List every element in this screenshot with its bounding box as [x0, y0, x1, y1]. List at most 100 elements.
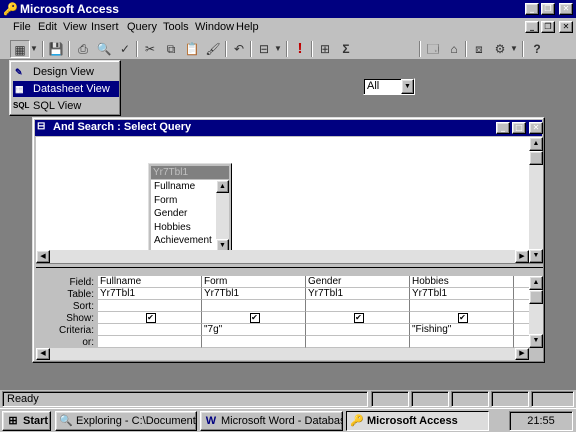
query-maximize-button[interactable]: □ [512, 122, 526, 134]
table-pane-scroll-down[interactable]: ▼ [529, 249, 543, 263]
grid-cell-criteria[interactable] [98, 324, 202, 336]
copy-button[interactable]: ⧉ [161, 40, 181, 58]
table-pane-scroll-right[interactable]: ▶ [515, 250, 529, 263]
minimize-icon: _ [530, 4, 534, 13]
grid-cell-field[interactable]: Form [202, 276, 306, 288]
grid-cell-criteria[interactable]: "Fishing" [410, 324, 514, 336]
build-button[interactable]: ⌂ [444, 40, 464, 58]
menu-file[interactable]: File [13, 21, 31, 33]
grid-cell-or[interactable] [410, 336, 514, 348]
help-button[interactable]: ? [527, 40, 547, 58]
grid-cell-sort[interactable] [98, 300, 202, 312]
toolbar-separator [68, 41, 70, 57]
grid-cell-criteria[interactable] [306, 324, 410, 336]
print-preview-button[interactable]: 🔍 [94, 40, 114, 58]
field-list-scroll-track[interactable] [216, 193, 229, 239]
view-dropdown-arrow[interactable]: ▼ [29, 40, 39, 58]
grid-cell-or[interactable] [98, 336, 202, 348]
top-values-dropdown-button[interactable]: ▼ [401, 79, 414, 94]
grid-cell-show[interactable]: ✔ [98, 312, 202, 324]
menu-item-sql-view[interactable]: SQL SQL View [13, 98, 119, 114]
grid-cell-table[interactable]: Yr7Tbl1 [410, 288, 514, 300]
top-values-combo[interactable]: All ▼ [363, 78, 415, 95]
grid-cell-or[interactable] [202, 336, 306, 348]
menu-window[interactable]: Window [195, 21, 234, 33]
menu-query[interactable]: Query [127, 21, 157, 33]
undo-button[interactable]: ↶ [229, 40, 249, 58]
show-checkbox[interactable]: ✔ [145, 313, 156, 323]
grid-scroll-down[interactable]: ▼ [529, 334, 543, 348]
design-grid-pane: Field: Table: Sort: Show: Criteria: or: … [36, 268, 543, 360]
new-object-dropdown[interactable]: ▼ [509, 40, 519, 58]
field-list: Fullname Form Gender Hobbies Achievement… [151, 180, 229, 252]
show-checkbox[interactable]: ✔ [249, 313, 260, 323]
format-painter-button[interactable]: 🖌 [203, 40, 223, 58]
grid-cell-show[interactable]: ✔ [202, 312, 306, 324]
restore-button[interactable]: ❐ [541, 3, 555, 15]
grid-cell-criteria[interactable]: "7g" [202, 324, 306, 336]
grid-scroll-right[interactable]: ▶ [515, 348, 529, 360]
taskbar-item-word[interactable]: W Microsoft Word - Database... [200, 411, 343, 431]
grid-cell-field[interactable]: Fullname [98, 276, 202, 288]
show-checkbox[interactable]: ✔ [457, 313, 468, 323]
menu-help[interactable]: Help [236, 21, 259, 33]
query-close-button[interactable]: ✕ [529, 122, 543, 134]
table-pane-scroll-thumb[interactable] [529, 151, 543, 165]
grid-cell-sort[interactable] [410, 300, 514, 312]
table-pane-scroll-up[interactable]: ▲ [529, 137, 543, 151]
grid-scroll-up[interactable]: ▲ [529, 276, 543, 290]
new-object-icon: ⚙ [494, 42, 506, 56]
grid-cell-or[interactable] [306, 336, 410, 348]
menu-edit[interactable]: Edit [38, 21, 57, 33]
child-close-button[interactable]: ✕ [559, 21, 573, 33]
cut-button[interactable]: ✂ [140, 40, 160, 58]
grid-hscroll-track[interactable] [50, 348, 515, 360]
child-restore-button[interactable]: ❐ [541, 21, 555, 33]
show-table-button[interactable]: ⊞ [315, 40, 335, 58]
menu-insert[interactable]: Insert [91, 21, 119, 33]
grid-cell-field[interactable]: Gender [306, 276, 410, 288]
grid-cell-field[interactable]: Hobbies [410, 276, 514, 288]
table-pane-hscroll-track[interactable] [50, 250, 515, 263]
grid-cell-show[interactable]: ✔ [306, 312, 410, 324]
grid-cell-table[interactable]: Yr7Tbl1 [306, 288, 410, 300]
grid-scroll-left[interactable]: ◀ [36, 348, 50, 360]
close-button[interactable]: ✕ [559, 3, 573, 15]
grid-cell-table[interactable]: Yr7Tbl1 [98, 288, 202, 300]
grid-cell-sort[interactable] [202, 300, 306, 312]
toolbar-separator [136, 41, 138, 57]
grid-cell-show[interactable]: ✔ [410, 312, 514, 324]
menu-item-datasheet-view[interactable]: ▦ Datasheet View [13, 81, 119, 97]
view-button[interactable]: ▦ [10, 40, 30, 58]
table-pane-scroll-left[interactable]: ◀ [36, 250, 50, 263]
menu-item-design-view[interactable]: ✎ Design View [13, 64, 119, 80]
grid-scroll-thumb[interactable] [529, 290, 543, 304]
status-panel [451, 391, 489, 407]
start-button[interactable]: ⊞ Start [2, 411, 51, 431]
grid-scroll-track[interactable] [529, 304, 543, 334]
field-list-scroll-up[interactable]: ▲ [216, 180, 229, 193]
menu-view[interactable]: View [63, 21, 87, 33]
properties-button[interactable]: 🗔 [423, 40, 443, 58]
table-pane-scroll-track[interactable] [529, 165, 543, 249]
show-checkbox[interactable]: ✔ [353, 313, 364, 323]
query-type-button[interactable]: ⊟ [254, 40, 274, 58]
minimize-button[interactable]: _ [525, 3, 539, 15]
run-button[interactable]: ! [290, 40, 310, 58]
toolbar: ▦ ▼ 💾 ⎙ 🔍 ✓ ✂ ⧉ 📋 🖌 ↶ ⊟ ▼ ! ⊞ Σ All ▼ 🗔 … [0, 38, 576, 95]
taskbar-item-exploring[interactable]: 🔍 Exploring - C:\Documents [55, 411, 197, 431]
query-minimize-button[interactable]: _ [496, 122, 510, 134]
save-button[interactable]: 💾 [46, 40, 66, 58]
grid-cell-table[interactable]: Yr7Tbl1 [202, 288, 306, 300]
spelling-button[interactable]: ✓ [115, 40, 135, 58]
totals-button[interactable]: Σ [336, 40, 356, 58]
paste-button[interactable]: 📋 [182, 40, 202, 58]
grid-cell-sort[interactable] [306, 300, 410, 312]
taskbar-item-access[interactable]: 🔑 Microsoft Access [346, 411, 489, 431]
child-minimize-button[interactable]: _ [525, 21, 539, 33]
menu-tools[interactable]: Tools [163, 21, 189, 33]
print-button[interactable]: ⎙ [73, 40, 93, 58]
database-window-button[interactable]: ⧈ [469, 40, 489, 58]
query-type-dropdown[interactable]: ▼ [273, 40, 283, 58]
new-object-button[interactable]: ⚙ [490, 40, 510, 58]
